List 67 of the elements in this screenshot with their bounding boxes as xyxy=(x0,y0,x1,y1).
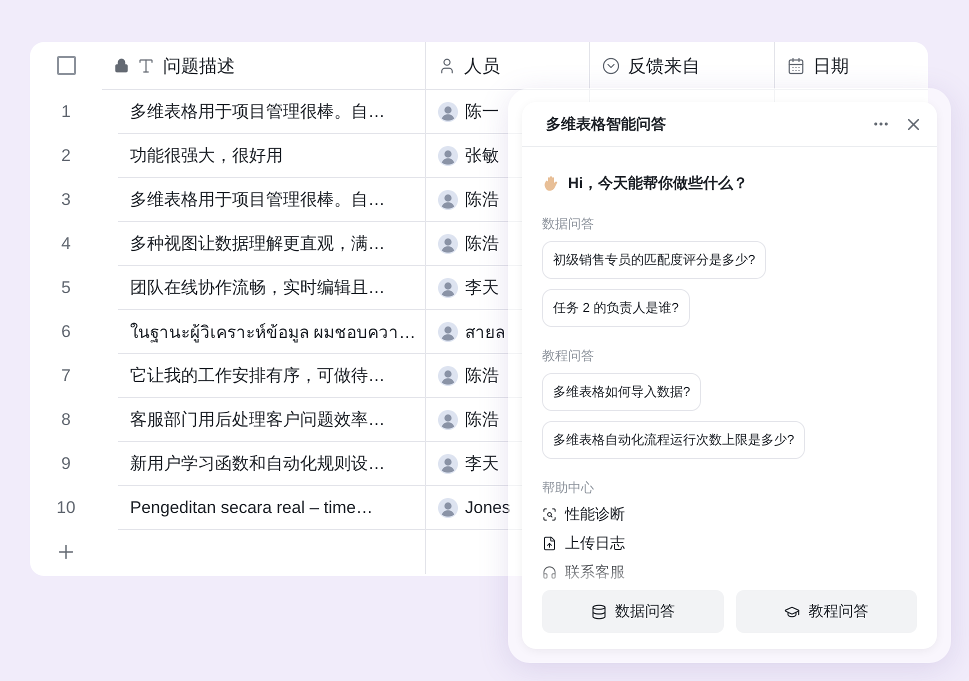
avatar-icon xyxy=(438,190,458,210)
help-link[interactable]: 联系客服 xyxy=(542,563,625,582)
column-header: 人员 xyxy=(464,54,500,78)
person-name: 陈浩 xyxy=(465,233,499,255)
help-link[interactable]: 上传日志 xyxy=(542,534,625,553)
database-icon xyxy=(590,604,607,620)
column-header: 问题描述 xyxy=(163,54,235,78)
table-cell-text: 团队在线协作流畅，实时编辑且… xyxy=(130,277,385,299)
row-number: 6 xyxy=(61,322,71,342)
person-name: 陈浩 xyxy=(465,409,499,431)
table-cell-text: 它让我的工作安排有序，可做待… xyxy=(130,365,385,387)
avatar-icon xyxy=(438,146,458,166)
text-field-icon xyxy=(137,56,155,74)
person-icon xyxy=(438,56,456,74)
avatar-icon xyxy=(438,102,458,122)
panel-title: 多维表格智能问答 xyxy=(546,114,666,134)
section-label: 教程问答 xyxy=(542,347,595,365)
select-all-checkbox[interactable] xyxy=(56,56,76,75)
row-number: 7 xyxy=(61,366,71,386)
avatar-icon xyxy=(438,410,458,430)
person-name: 陈浩 xyxy=(465,365,499,387)
avatar-icon xyxy=(438,454,458,474)
section-label: 帮助中心 xyxy=(542,479,595,497)
greeting-text: Hi，今天能帮你做些什么？ xyxy=(568,174,748,192)
headset-icon xyxy=(542,565,557,580)
person-name: 李天 xyxy=(465,453,499,475)
person-name: 陈一 xyxy=(465,101,499,123)
person-name: 张敏 xyxy=(465,145,499,167)
row-number: 2 xyxy=(61,146,71,166)
table-cell-text: 多维表格用于项目管理很棒。自… xyxy=(130,101,385,123)
person-name: 陈浩 xyxy=(465,189,499,211)
table-cell: Pengeditan secara real – time… xyxy=(130,498,373,518)
avatar-icon xyxy=(438,322,458,342)
person-name: สายล xyxy=(465,322,505,344)
help-link[interactable]: 性能诊断 xyxy=(542,505,625,524)
person-name: Jones xyxy=(465,498,510,518)
row-number: 4 xyxy=(61,234,71,254)
suggested-question[interactable]: 多维表格自动化流程运行次数上限是多少? xyxy=(542,421,806,459)
table-cell-text: ในฐานะผู้วิเคราะห์ข้อมูล ผมชอบควา… xyxy=(130,322,416,344)
row-number: 3 xyxy=(61,190,71,210)
mode-button[interactable]: 数据问答 xyxy=(542,590,724,633)
row-number: 10 xyxy=(56,498,76,518)
chevron-circle-icon xyxy=(602,56,620,74)
table-cell-text: 客服部门用后处理客户问题效率… xyxy=(130,409,385,431)
suggested-question[interactable]: 初级销售专员的匹配度评分是多少? xyxy=(542,241,766,279)
row-number: 8 xyxy=(61,410,71,430)
row-number: 5 xyxy=(61,278,71,298)
person-name: 李天 xyxy=(465,277,499,299)
section-label: 数据问答 xyxy=(542,215,595,233)
table-cell-text: 多维表格用于项目管理很棒。自… xyxy=(130,189,385,211)
avatar-icon xyxy=(438,366,458,386)
avatar-icon xyxy=(438,234,458,254)
mode-button[interactable]: 教程问答 xyxy=(736,590,917,633)
file-upload-icon xyxy=(542,536,557,551)
column-header: 日期 xyxy=(813,54,849,78)
avatar-icon xyxy=(438,278,458,298)
table-cell-text: 多种视图让数据理解更直观，满… xyxy=(130,233,385,255)
row-number: 9 xyxy=(61,454,71,474)
avatar-icon xyxy=(438,498,458,518)
table-cell-text: 功能很强大，很好用 xyxy=(130,145,283,167)
calendar-icon xyxy=(787,56,805,74)
suggested-question[interactable]: 任务 2 的负责人是谁? xyxy=(542,289,690,327)
suggested-question[interactable]: 多维表格如何导入数据? xyxy=(542,373,702,411)
search-icon xyxy=(542,507,557,522)
column-header: 反馈来自 xyxy=(628,54,700,78)
row-number: 1 xyxy=(61,102,71,122)
table-cell-text: 新用户学习函数和自动化规则设… xyxy=(130,453,385,475)
